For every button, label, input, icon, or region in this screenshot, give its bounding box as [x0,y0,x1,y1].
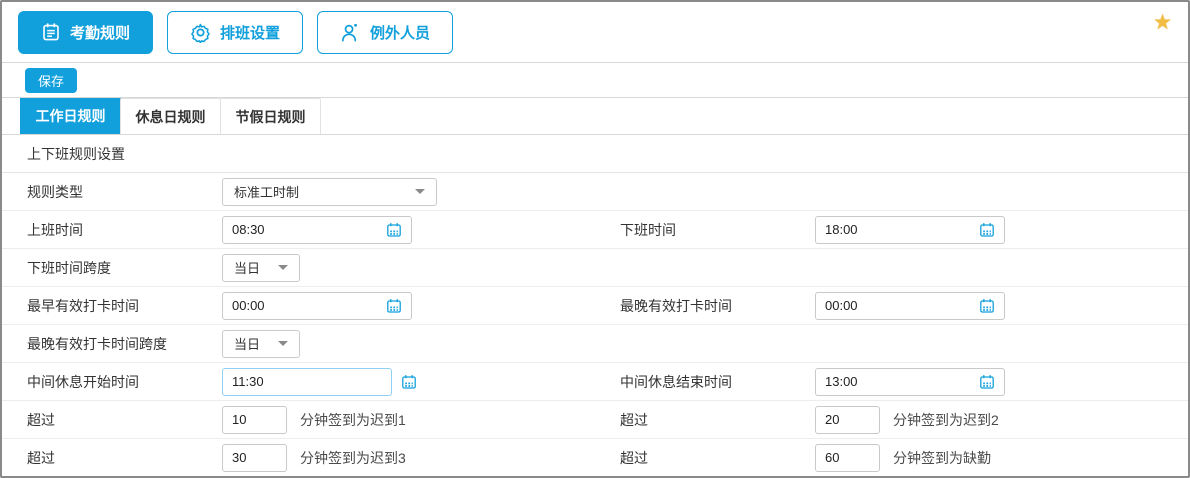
rule-type-select[interactable]: 标准工时制 [222,178,437,206]
gear-icon [190,22,211,43]
save-button[interactable]: 保存 [25,68,77,93]
work-end-span-value: 当日 [234,258,260,277]
break-start-label: 中间休息开始时间 [27,372,222,392]
person-icon [340,22,361,43]
calendar-icon[interactable] [979,222,995,238]
latest-checkin-label: 最晚有效打卡时间 [620,296,815,316]
break-start-box [222,368,392,396]
latest-checkin-input[interactable] [825,298,973,313]
form-row-work-time: 上班时间 下班时间 [2,211,1188,249]
work-end-span-label: 下班时间跨度 [27,258,222,278]
late1-prefix: 超过 [27,410,222,430]
work-end-field [815,216,1005,244]
work-start-label: 上班时间 [27,220,222,240]
late3-suffix: 分钟签到为迟到3 [300,448,406,468]
toolbar: 保存 [2,63,1188,98]
form-row-valid-checkin: 最早有效打卡时间 最晚有效打卡时间 [2,287,1188,325]
late2-prefix: 超过 [620,410,815,430]
latest-checkin-span-label: 最晚有效打卡时间跨度 [27,334,222,354]
tab-restday-rules[interactable]: 休息日规则 [120,98,221,134]
tab-workday-rules[interactable]: 工作日规则 [20,98,121,134]
nav-button-shift-settings[interactable]: 排班设置 [167,11,303,54]
work-start-field [222,216,412,244]
form-row-late3-absent: 超过 分钟签到为迟到3 超过 分钟签到为缺勤 [2,439,1188,477]
absent-prefix: 超过 [620,448,815,468]
nav-button-label: 考勤规则 [70,22,130,43]
notepad-icon [41,22,61,42]
form-row-break-time: 中间休息开始时间 中间休息结束时间 [2,363,1188,401]
break-start-input[interactable] [232,374,382,389]
section-title: 上下班规则设置 [2,135,1188,173]
calendar-icon[interactable] [401,374,417,390]
form-row-latest-checkin-span: 最晚有效打卡时间跨度 当日 [2,325,1188,363]
rule-type-label: 规则类型 [27,182,222,202]
calendar-icon[interactable] [386,222,402,238]
attendance-settings-window: 考勤规则 排班设置 例外人员 ★ 保存 [0,0,1190,478]
top-nav-bar: 考勤规则 排班设置 例外人员 ★ [2,2,1188,63]
form-row-work-end-span: 下班时间跨度 当日 [2,249,1188,287]
nav-button-label: 排班设置 [220,22,280,43]
absent-minutes-input[interactable] [815,444,880,472]
absent-suffix: 分钟签到为缺勤 [893,448,991,468]
work-end-label: 下班时间 [620,220,815,240]
star-icon[interactable]: ★ [1153,12,1172,33]
rule-tabs: 工作日规则 休息日规则 节假日规则 [2,98,1188,135]
work-end-input[interactable] [825,222,973,237]
earliest-checkin-label: 最早有效打卡时间 [27,296,222,316]
late1-suffix: 分钟签到为迟到1 [300,410,406,430]
latest-checkin-span-value: 当日 [234,334,260,353]
calendar-icon[interactable] [386,298,402,314]
earliest-checkin-input[interactable] [232,298,380,313]
late3-prefix: 超过 [27,448,222,468]
nav-button-attendance-rules[interactable]: 考勤规则 [18,11,153,54]
form-row-late-1-2: 超过 分钟签到为迟到1 超过 分钟签到为迟到2 [2,401,1188,439]
form-row-rule-type: 规则类型 标准工时制 [2,173,1188,211]
late2-minutes-input[interactable] [815,406,880,434]
dropdown-arrow-icon [278,341,288,346]
latest-checkin-span-select[interactable]: 当日 [222,330,300,358]
break-end-field [815,368,1005,396]
latest-checkin-field [815,292,1005,320]
calendar-icon[interactable] [979,374,995,390]
tab-holiday-rules[interactable]: 节假日规则 [220,98,321,134]
break-end-label: 中间休息结束时间 [620,372,815,392]
earliest-checkin-field [222,292,412,320]
break-start-field [222,368,417,396]
work-start-input[interactable] [232,222,380,237]
dropdown-arrow-icon [278,265,288,270]
late2-suffix: 分钟签到为迟到2 [893,410,999,430]
dropdown-arrow-icon [415,189,425,194]
late1-minutes-input[interactable] [222,406,287,434]
calendar-icon[interactable] [979,298,995,314]
break-end-input[interactable] [825,374,973,389]
work-end-span-select[interactable]: 当日 [222,254,300,282]
nav-button-label: 例外人员 [370,22,430,43]
late3-minutes-input[interactable] [222,444,287,472]
nav-button-exception-staff[interactable]: 例外人员 [317,11,453,54]
rule-type-value: 标准工时制 [234,182,299,201]
